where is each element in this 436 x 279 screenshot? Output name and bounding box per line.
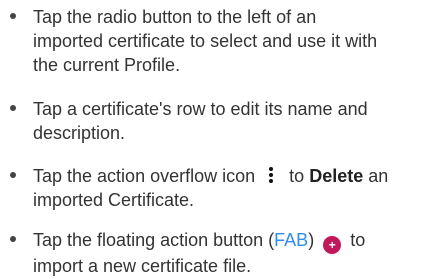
fab-link[interactable]: FAB: [274, 230, 308, 250]
text-line: description.: [33, 123, 126, 143]
text-line: Tap a certificate's row to edit its name…: [33, 99, 368, 119]
bullet-dot: [10, 105, 16, 111]
more-vert-icon: [262, 166, 280, 184]
text-segment: an: [368, 166, 389, 186]
bullet-dot: [10, 236, 16, 242]
text-segment: Tap the action overflow icon: [33, 166, 256, 186]
text-line: Tap the radio button to the left of an: [33, 7, 317, 27]
instruction-text: Tap the action overflow icon to Delete a…: [33, 164, 433, 212]
text-segment: ): [308, 230, 315, 250]
text-line: imported Certificate.: [33, 190, 195, 210]
instruction-text: Tap a certificate's row to edit its name…: [33, 97, 433, 145]
delete-label: Delete: [309, 166, 364, 186]
bullet-dot: [10, 172, 16, 178]
text-line: the current Profile.: [33, 55, 181, 75]
instruction-text: Tap the radio button to the left of an i…: [33, 5, 433, 77]
text-line: imported certificate to select and use i…: [33, 31, 378, 51]
instructions-document: Tap the radio button to the left of an i…: [0, 0, 436, 279]
text-segment: to: [289, 166, 305, 186]
instruction-text: Tap the floating action button (FAB) + t…: [33, 228, 433, 278]
text-line: Tap the action overflow icon to Delete a…: [33, 164, 433, 188]
text-line: Tap the floating action button (FAB) + t…: [33, 228, 433, 254]
fab-add-icon: +: [323, 236, 342, 254]
text-segment: Tap the floating action button (: [33, 230, 275, 250]
text-segment: to: [350, 230, 366, 250]
text-line: import a new certificate file.: [33, 256, 252, 276]
bullet-dot: [10, 13, 16, 19]
